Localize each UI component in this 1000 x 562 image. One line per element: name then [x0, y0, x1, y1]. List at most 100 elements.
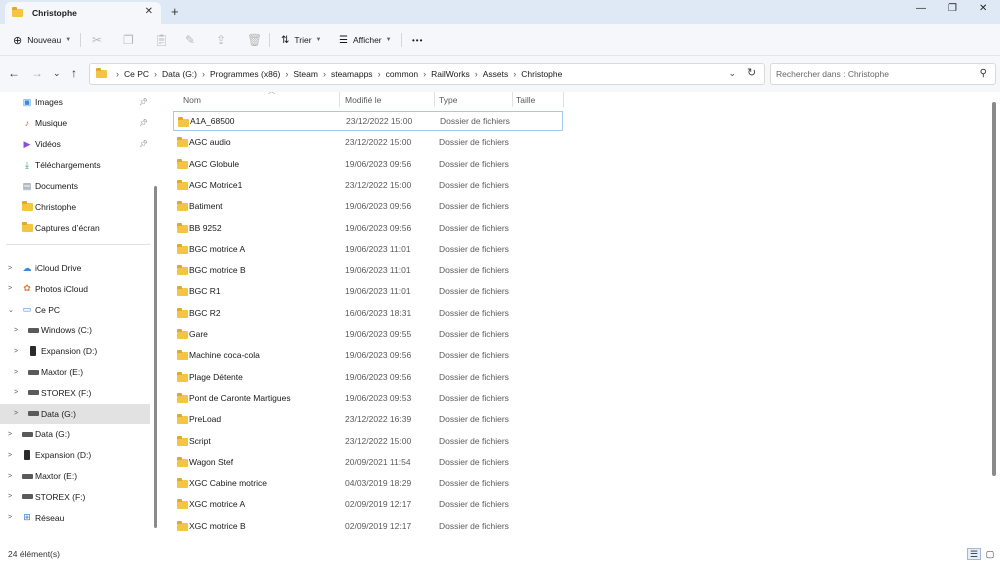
large-icons-view-icon[interactable]: ▢: [983, 548, 997, 560]
chevron-right-icon[interactable]: >: [14, 369, 18, 376]
cut-icon[interactable]: ✂: [92, 24, 102, 56]
breadcrumb-separator-icon[interactable]: ›: [285, 69, 288, 79]
share-icon[interactable]: ⇪: [216, 24, 226, 56]
sidebar-item[interactable]: ▶ Vidéos 📌︎: [0, 134, 150, 154]
chevron-down-icon[interactable]: ⌄: [8, 306, 14, 314]
refresh-icon[interactable]: ↻: [747, 66, 756, 79]
rename-icon[interactable]: ✎: [185, 24, 195, 56]
chevron-right-icon[interactable]: >: [8, 473, 12, 480]
chevron-right-icon[interactable]: >: [8, 514, 12, 521]
chevron-right-icon[interactable]: >: [8, 431, 12, 438]
new-button[interactable]: ⊕ Nouveau ▼: [13, 24, 71, 56]
breadcrumb-separator-icon[interactable]: ›: [154, 69, 157, 79]
up-arrow-icon[interactable]: ↑: [71, 66, 77, 80]
delete-icon[interactable]: 🗑︎: [247, 24, 262, 56]
table-row[interactable]: Pont de Caronte Martigues 19/06/2023 09:5…: [173, 388, 563, 408]
more-options-button[interactable]: •••: [412, 24, 423, 56]
breadcrumb-separator-icon[interactable]: ›: [378, 69, 381, 79]
breadcrumb-item[interactable]: Ce PC: [124, 69, 149, 79]
column-size[interactable]: Taille: [516, 95, 535, 105]
column-divider[interactable]: [512, 92, 513, 107]
sidebar-tree-item[interactable]: > Data (G:): [0, 403, 150, 424]
pin-icon[interactable]: 📌︎: [139, 98, 148, 106]
maximize-button[interactable]: ❐: [948, 3, 957, 14]
sidebar-tree-item[interactable]: ⌄ ▭ Ce PC: [0, 300, 150, 320]
sidebar-tree-item[interactable]: > Maxtor (E:): [0, 466, 150, 486]
table-row[interactable]: BB 9252 19/06/2023 09:56 Dossier de fichie…: [173, 218, 563, 238]
sidebar-tree-item[interactable]: > ✿ Photos iCloud: [0, 279, 150, 299]
column-type[interactable]: Type: [439, 95, 457, 105]
tab-christophe[interactable]: Christophe ✕: [5, 2, 161, 24]
pin-icon[interactable]: 📌︎: [139, 140, 148, 148]
table-row[interactable]: AGC audio 23/12/2022 15:00 Dossier de fich…: [173, 132, 563, 152]
table-row[interactable]: Wagon Stef 20/09/2021 11:54 Dossier de fic…: [173, 452, 563, 472]
sidebar-tree-item[interactable]: > ⊞ Réseau: [0, 508, 150, 528]
breadcrumb-separator-icon[interactable]: ›: [202, 69, 205, 79]
search-input[interactable]: Rechercher dans : Christophe ⚲: [770, 63, 996, 85]
sort-button[interactable]: ⇅ Trier ▼: [281, 24, 322, 56]
address-dropdown-icon[interactable]: ⌄: [728, 68, 736, 79]
sidebar-tree-item[interactable]: > Windows (C:): [0, 320, 150, 340]
column-divider[interactable]: [563, 92, 564, 107]
table-row[interactable]: XGC Cabine motrice 04/03/2019 18:29 Dossie…: [173, 473, 563, 493]
column-name[interactable]: Nom: [183, 95, 201, 105]
table-row[interactable]: Script 23/12/2022 15:00 Dossier de fichier…: [173, 431, 563, 451]
sidebar-item[interactable]: ▤ Documents: [0, 176, 150, 196]
pin-icon[interactable]: 📌︎: [139, 119, 148, 127]
breadcrumb-item[interactable]: RailWorks: [431, 69, 470, 79]
chevron-right-icon[interactable]: >: [14, 410, 18, 417]
table-row[interactable]: AGC Motrice1 23/12/2022 15:00 Dossier de f…: [173, 175, 563, 195]
chevron-right-icon[interactable]: >: [8, 285, 12, 292]
sidebar-item[interactable]: Christophe: [0, 197, 150, 217]
breadcrumb-separator-icon[interactable]: ›: [423, 69, 426, 79]
new-tab-button[interactable]: +: [171, 4, 179, 19]
table-row[interactable]: BGC motrice A 19/06/2023 11:01 Dossier de …: [173, 239, 563, 259]
file-list-scroll-thumb[interactable]: [992, 102, 996, 476]
breadcrumb-separator-icon[interactable]: ›: [513, 69, 516, 79]
sidebar-item[interactable]: ⤓ Téléchargements: [0, 155, 150, 175]
sidebar-tree-item[interactable]: > Expansion (D:): [0, 445, 150, 465]
table-row[interactable]: PreLoad 23/12/2022 16:39 Dossier de fichie…: [173, 409, 563, 429]
breadcrumb-separator-icon[interactable]: ›: [475, 69, 478, 79]
sidebar-item[interactable]: ▣ Images 📌︎: [0, 92, 150, 112]
table-row[interactable]: Plage Détente 19/06/2023 09:56 Dossier de …: [173, 367, 563, 387]
close-button[interactable]: ✕: [979, 3, 987, 14]
breadcrumb-separator-icon[interactable]: ›: [116, 69, 119, 79]
chevron-right-icon[interactable]: >: [8, 452, 12, 459]
table-row[interactable]: Machine coca-cola 19/06/2023 09:56 Dossier…: [173, 345, 563, 365]
sidebar-tree-item[interactable]: > ☁ iCloud Drive: [0, 258, 150, 278]
sidebar-item[interactable]: Captures d’écran: [0, 218, 150, 238]
chevron-right-icon[interactable]: >: [8, 493, 12, 500]
sidebar-tree-item[interactable]: > Data (G:): [0, 424, 150, 444]
recent-chevron-icon[interactable]: ⌄: [53, 68, 61, 79]
sidebar-tree-item[interactable]: > STOREX (F:): [0, 487, 150, 507]
sidebar-scroll-thumb[interactable]: [154, 186, 157, 528]
sidebar-scrollbar[interactable]: [154, 92, 158, 538]
breadcrumb-separator-icon[interactable]: ›: [323, 69, 326, 79]
minimize-button[interactable]: —: [916, 3, 926, 14]
column-modified[interactable]: Modifié le: [345, 95, 381, 105]
table-row[interactable]: Gare 19/06/2023 09:55 Dossier de fichiers: [173, 324, 563, 344]
table-row[interactable]: AGC Globule 19/06/2023 09:56 Dossier de fi…: [173, 154, 563, 174]
breadcrumb-item[interactable]: common: [386, 69, 419, 79]
table-row[interactable]: BGC R2 16/06/2023 18:31 Dossier de fichier…: [173, 303, 563, 323]
chevron-right-icon[interactable]: >: [14, 389, 18, 396]
copy-icon[interactable]: ❐: [123, 24, 134, 56]
breadcrumb-item[interactable]: steamapps: [331, 69, 373, 79]
table-row[interactable]: BGC motrice B 19/06/2023 11:01 Dossier de …: [173, 260, 563, 280]
chevron-right-icon[interactable]: >: [14, 348, 18, 355]
paste-icon[interactable]: 📋︎: [154, 24, 169, 56]
breadcrumb-item[interactable]: Steam: [293, 69, 318, 79]
table-row[interactable]: XGC motrice B 02/09/2019 12:17 Dossier de …: [173, 516, 563, 536]
breadcrumb-item[interactable]: Programmes (x86): [210, 69, 280, 79]
sidebar-tree-item[interactable]: > STOREX (F:): [0, 383, 150, 403]
column-divider[interactable]: [339, 92, 340, 107]
tab-close-icon[interactable]: ✕: [145, 6, 153, 17]
breadcrumb-item[interactable]: Assets: [483, 69, 509, 79]
address-bar[interactable]: › Ce PC › Data (G:) › Programmes (x86) › Steam ›…: [89, 63, 765, 85]
table-row[interactable]: BGC R1 19/06/2023 11:01 Dossier de fichier…: [173, 281, 563, 301]
back-arrow-icon[interactable]: ←: [8, 66, 20, 80]
view-button[interactable]: ☰ Afficher ▼: [339, 24, 392, 56]
chevron-right-icon[interactable]: >: [8, 265, 12, 272]
file-list-scrollbar[interactable]: [991, 92, 998, 544]
